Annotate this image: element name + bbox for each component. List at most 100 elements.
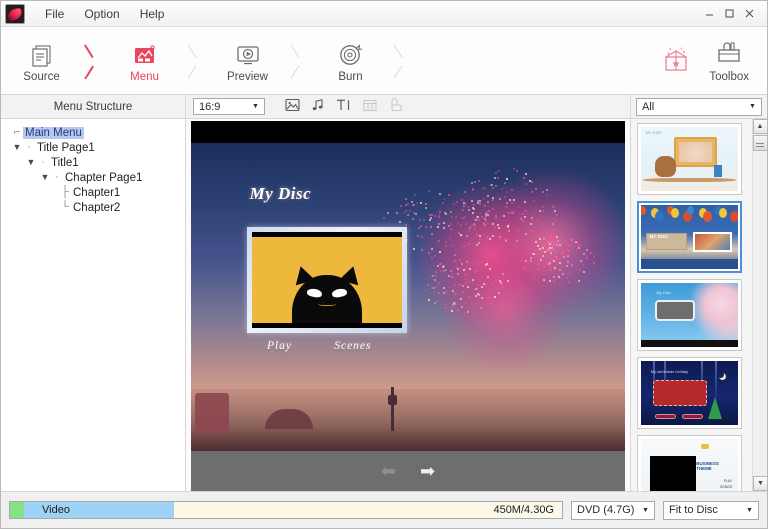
- background-music-button[interactable]: [307, 97, 329, 117]
- firework-spark: [482, 225, 485, 228]
- tree-label: Main Menu: [23, 126, 84, 139]
- balloon-shape: [686, 205, 694, 215]
- menu-button-play[interactable]: Play: [267, 340, 292, 352]
- scroll-up-button[interactable]: ▲: [752, 119, 768, 134]
- template-scrollbar[interactable]: ▲ ▼: [752, 119, 768, 491]
- firework-spark: [456, 273, 459, 276]
- text-tool-button[interactable]: [333, 97, 355, 117]
- scrollbar-track[interactable]: [753, 151, 768, 491]
- firework-spark: [479, 234, 482, 237]
- gift-box-button[interactable]: [659, 42, 693, 79]
- document-stack-icon: [29, 38, 55, 68]
- step-preview[interactable]: Preview: [207, 27, 288, 94]
- chevron-down-icon: ▼: [749, 103, 756, 110]
- firework-spark: [557, 240, 560, 243]
- step-source[interactable]: Source: [1, 27, 82, 94]
- menu-template-icon: [132, 38, 158, 68]
- close-button[interactable]: [739, 4, 759, 24]
- firework-spark: [478, 242, 481, 245]
- arrow-left-icon[interactable]: ⬅: [381, 462, 396, 480]
- chevron-down-icon[interactable]: ▼: [39, 173, 51, 182]
- tree-item-title-page1[interactable]: ▼ · Title Page1: [7, 140, 185, 155]
- firework-spark: [473, 227, 476, 230]
- chevron-down-icon[interactable]: ▼: [25, 158, 37, 167]
- tree-item-chapter1[interactable]: ├ Chapter1: [7, 185, 185, 200]
- firework-spark: [490, 282, 493, 285]
- scrollbar-thumb[interactable]: [752, 135, 768, 151]
- tree-item-chapter-page1[interactable]: ▼ · Chapter Page1: [7, 170, 185, 185]
- firework-spark: [492, 208, 495, 211]
- template-item-baby-toys[interactable]: MY DISC: [637, 123, 742, 195]
- menu-file[interactable]: File: [35, 4, 74, 24]
- template-bottom-bar: [641, 339, 738, 347]
- train-track-shape: [642, 177, 737, 183]
- tree-branch-icon: ·: [41, 156, 45, 168]
- toolbox-label: Toolbox: [709, 70, 749, 83]
- tree-item-chapter2[interactable]: └ Chapter2: [7, 200, 185, 215]
- chevron-down-icon[interactable]: ▼: [11, 143, 23, 152]
- aspect-ratio-value: 16:9: [199, 100, 221, 113]
- template-item-balloons-party[interactable]: MY DISC: [637, 201, 742, 273]
- menu-structure-tree: ⌐ Main Menu ▼ · Title Page1 ▼ · Title1 ▼…: [1, 119, 186, 491]
- firework-spark: [542, 263, 545, 266]
- application-window: File Option Help Source Menu Preview Bur…: [0, 0, 768, 529]
- fit-mode-select[interactable]: Fit to Disc ▼: [663, 500, 759, 520]
- firework-spark: [538, 248, 541, 251]
- firework-spark: [488, 209, 491, 212]
- firework-spark: [545, 253, 548, 256]
- step-burn[interactable]: Burn: [310, 27, 391, 94]
- background-image-button[interactable]: [281, 97, 303, 117]
- firework-spark: [432, 290, 435, 293]
- template-item-business[interactable]: BUSINESS THEME PLAY SONGS: [637, 435, 742, 491]
- menu-canvas[interactable]: My Disc Play Scenes: [191, 121, 625, 451]
- firework-spark: [465, 234, 468, 237]
- firework-spark: [460, 199, 463, 202]
- menu-thumbnail-frame[interactable]: [247, 226, 408, 333]
- minimize-button[interactable]: [699, 4, 719, 24]
- firework-spark: [513, 199, 516, 202]
- template-item-christmas[interactable]: My christmas holiday: [637, 357, 742, 429]
- template-filter-select[interactable]: All ▼: [636, 97, 762, 116]
- template-photo-frame: [673, 137, 717, 167]
- tree-item-title1[interactable]: ▼ · Title1: [7, 155, 185, 170]
- firework-spark: [523, 200, 526, 203]
- firework-spark: [542, 266, 545, 269]
- chevron-down-icon: ▼: [642, 506, 649, 514]
- menu-help[interactable]: Help: [130, 4, 175, 24]
- firework-spark: [387, 211, 390, 214]
- firework-spark: [429, 275, 432, 278]
- firework-spark: [435, 285, 438, 288]
- step-menu[interactable]: Menu: [104, 27, 185, 94]
- template-item-cherry-blossom[interactable]: My Disc: [637, 279, 742, 351]
- tree-branch-icon: ·: [55, 171, 59, 183]
- firework-spark: [537, 263, 540, 266]
- firework-spark: [478, 179, 481, 182]
- scroll-down-button[interactable]: ▼: [753, 476, 768, 491]
- toolbox-button[interactable]: Toolbox: [709, 39, 749, 83]
- firework-spark: [549, 243, 552, 246]
- firework-spark: [550, 268, 553, 271]
- maximize-button[interactable]: [719, 4, 739, 24]
- menu-button-scenes[interactable]: Scenes: [334, 340, 371, 352]
- template-text-panel: [652, 380, 707, 406]
- firework-spark: [568, 281, 571, 284]
- tree-item-main-menu[interactable]: ⌐ Main Menu: [7, 125, 185, 140]
- firework-spark: [593, 254, 595, 257]
- firework-spark: [570, 264, 573, 267]
- firework-spark: [483, 234, 486, 237]
- firework-spark: [433, 287, 436, 290]
- disc-type-select[interactable]: DVD (4.7G) ▼: [571, 500, 655, 520]
- firework-spark: [483, 205, 486, 208]
- disc-title-text[interactable]: My Disc: [250, 184, 312, 204]
- aspect-ratio-select[interactable]: 16:9 ▼: [193, 98, 265, 115]
- firework-spark: [455, 201, 458, 204]
- firework-spark: [424, 288, 427, 291]
- firework-spark: [563, 248, 566, 251]
- firework-spark: [432, 275, 435, 278]
- arrow-right-icon[interactable]: ➡: [420, 462, 435, 480]
- firework-spark: [450, 275, 453, 278]
- firework-spark: [431, 213, 434, 216]
- firework-spark: [449, 294, 452, 297]
- menu-option[interactable]: Option: [74, 4, 129, 24]
- cherry-blossom-shape: [691, 283, 738, 341]
